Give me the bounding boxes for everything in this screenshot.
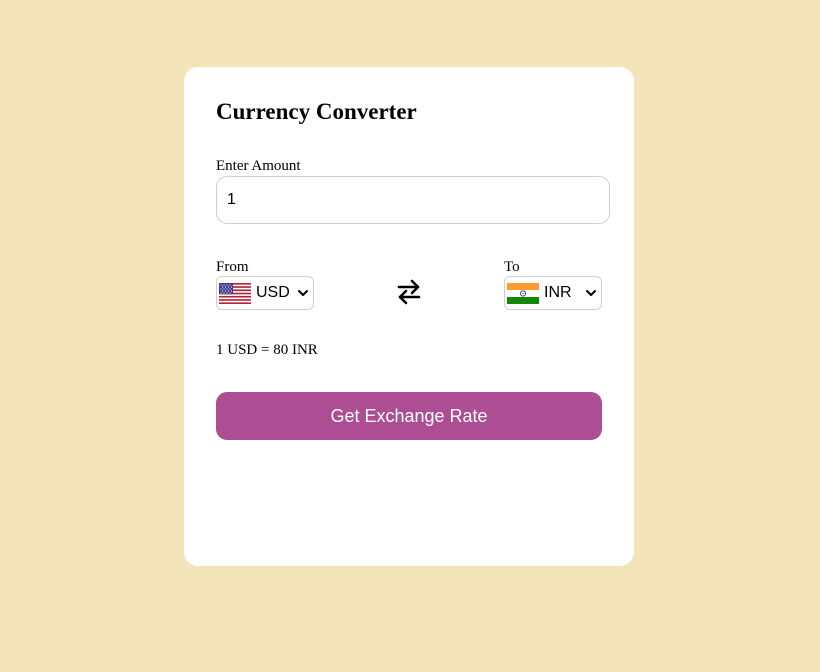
india-flag-icon — [507, 282, 539, 304]
get-exchange-rate-button[interactable]: Get Exchange Rate — [216, 392, 602, 440]
to-label: To — [504, 259, 520, 275]
amount-input[interactable] — [216, 176, 610, 224]
exchange-rate-text: 1 USD = 80 INR — [216, 342, 318, 358]
from-label: From — [216, 259, 249, 275]
to-currency-code: INR — [544, 284, 572, 301]
page-title: Currency Converter — [216, 99, 417, 124]
chevron-down-icon — [298, 290, 308, 296]
to-currency-select[interactable]: INR — [504, 276, 602, 310]
swap-arrows-icon[interactable] — [396, 278, 422, 306]
converter-card: Currency Converter Enter Amount From USD — [184, 67, 634, 566]
amount-label: Enter Amount — [216, 158, 301, 174]
from-currency-select[interactable]: USD — [216, 276, 314, 310]
us-flag-icon — [219, 282, 251, 304]
from-currency-code: USD — [256, 284, 290, 301]
chevron-down-icon — [586, 290, 596, 296]
